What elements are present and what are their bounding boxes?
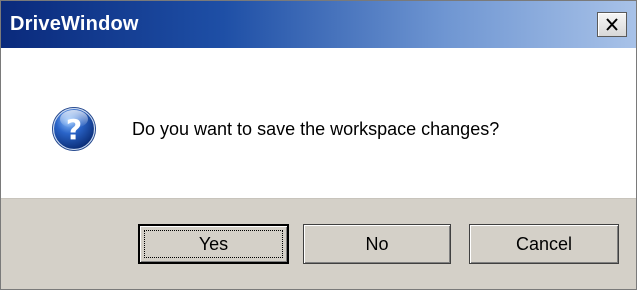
close-icon: [606, 18, 618, 31]
question-icon: ?: [52, 107, 96, 151]
yes-button[interactable]: Yes: [138, 224, 289, 264]
focus-ring: Yes: [144, 230, 283, 258]
title-bar[interactable]: DriveWindow: [1, 1, 636, 48]
message-area: ? Do you want to save the workspace chan…: [1, 48, 636, 198]
svg-text:?: ?: [66, 113, 82, 146]
cancel-button-label: Cancel: [515, 234, 573, 254]
no-button-label: No: [365, 234, 389, 254]
cancel-button[interactable]: Cancel: [469, 224, 619, 264]
dialog-window: DriveWindow ? Do you want to save the wo…: [0, 0, 637, 290]
message-text: Do you want to save the workspace change…: [132, 119, 500, 139]
close-button[interactable]: [597, 12, 627, 37]
yes-button-label: Yes: [198, 234, 229, 254]
window-title: DriveWindow: [10, 13, 139, 35]
no-button[interactable]: No: [303, 224, 451, 264]
button-bar: Yes No Cancel: [1, 198, 636, 289]
